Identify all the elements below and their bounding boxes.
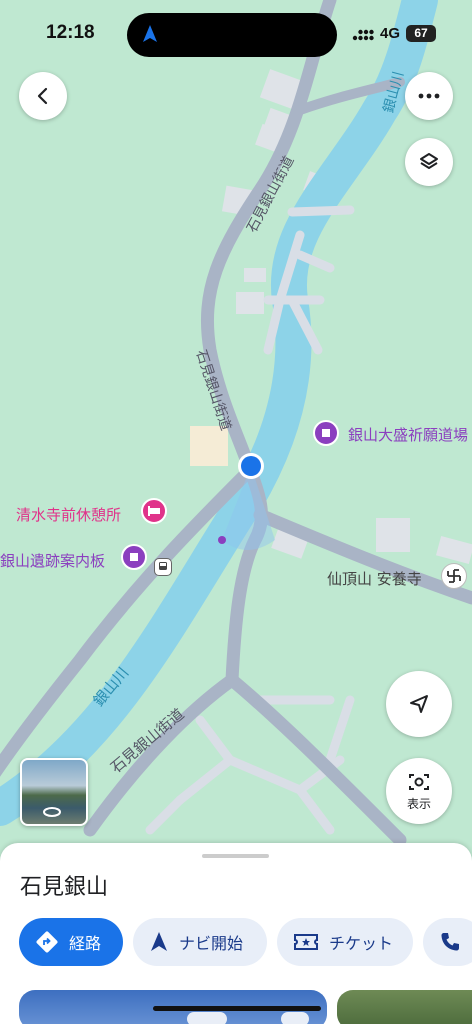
call-button[interactable] xyxy=(423,918,472,966)
poi-label[interactable]: 銀山大盛祈願道場 xyxy=(348,424,468,445)
place-of-worship-icon[interactable] xyxy=(313,420,339,446)
my-location-button[interactable] xyxy=(386,671,452,737)
place-sheet[interactable]: 石見銀山 経路 ナビ開始 チケット xyxy=(0,843,472,1024)
place-photo[interactable] xyxy=(337,990,472,1024)
navigation-icon xyxy=(149,931,169,953)
dynamic-island xyxy=(127,13,337,57)
chevron-left-icon xyxy=(37,87,48,105)
photo-cloud xyxy=(187,1012,227,1024)
rotate-360-icon xyxy=(43,807,61,817)
start-navigation-button[interactable]: ナビ開始 xyxy=(133,918,267,966)
more-options-button[interactable] xyxy=(405,72,453,120)
place-title: 石見銀山 xyxy=(20,875,109,900)
layers-button[interactable] xyxy=(405,138,453,186)
directions-label: 経路 xyxy=(69,934,102,953)
status-bar: 12:18 4G 67 xyxy=(0,0,472,70)
home-indicator xyxy=(153,1006,321,1011)
bus-stop-icon[interactable] xyxy=(154,558,172,576)
location-arrow-icon xyxy=(143,25,157,42)
lodging-icon[interactable] xyxy=(141,498,167,524)
status-time: 12:18 xyxy=(46,22,95,43)
ticket-button[interactable]: チケット xyxy=(277,918,413,966)
phone-icon xyxy=(439,931,461,953)
ticket-icon xyxy=(293,932,319,952)
signal-icon xyxy=(352,29,374,41)
poi-label[interactable]: 清水寺前休憩所 xyxy=(16,504,121,525)
start-navigation-label: ナビ開始 xyxy=(179,934,244,953)
landmark-icon[interactable] xyxy=(121,544,147,570)
street-view-thumbnail[interactable] xyxy=(20,758,88,826)
ticket-label: チケット xyxy=(329,934,394,953)
battery-icon: 67 xyxy=(406,25,436,42)
more-horizontal-icon xyxy=(418,93,440,99)
back-button[interactable] xyxy=(19,72,67,120)
temple-icon[interactable] xyxy=(441,563,467,589)
navigation-arrow-icon xyxy=(410,695,428,713)
directions-button[interactable]: 経路 xyxy=(19,918,123,966)
poi-label[interactable]: 仙頂山 安養寺 xyxy=(327,568,422,589)
view-button-label: 表示 xyxy=(406,796,431,811)
network-type: 4G xyxy=(380,25,401,42)
poi-label[interactable]: 銀山遺跡案内板 xyxy=(0,550,105,571)
view-button[interactable]: 表示 xyxy=(386,758,452,824)
directions-icon xyxy=(35,930,59,954)
layers-icon xyxy=(420,153,438,169)
photo-cloud xyxy=(281,1012,309,1024)
drag-handle[interactable] xyxy=(202,854,269,858)
camera-scan-icon xyxy=(409,773,429,790)
